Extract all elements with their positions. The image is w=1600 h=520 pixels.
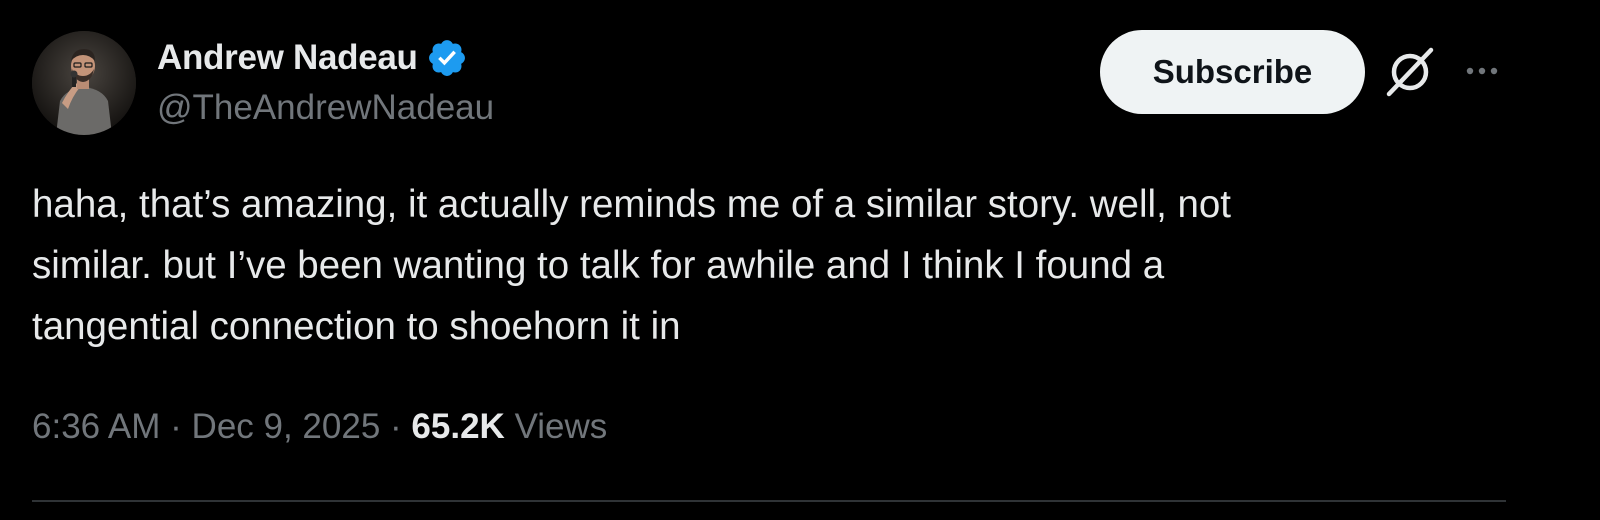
meta-separator: ·: [390, 407, 402, 446]
tweet-meta: 6:36 AM · Dec 9, 2025 · 65.2K Views: [32, 407, 607, 447]
author-handle[interactable]: @TheAndrewNadeau: [157, 88, 494, 128]
tweet-date[interactable]: Dec 9, 2025: [192, 407, 381, 446]
divider: [32, 500, 1506, 502]
tweet-text: haha, that’s amazing, it actually remind…: [32, 183, 1231, 348]
more-horizontal-icon[interactable]: [1460, 55, 1504, 87]
meta-separator: ·: [170, 407, 182, 446]
views-count[interactable]: 65.2K: [411, 407, 504, 446]
tweet-card: Andrew Nadeau @TheAndrewNadeau Subscribe…: [0, 0, 1600, 520]
grok-slash-icon[interactable]: [1383, 44, 1437, 98]
avatar[interactable]: [32, 31, 136, 135]
subscribe-button[interactable]: Subscribe: [1100, 30, 1365, 114]
author-display-name[interactable]: Andrew Nadeau: [157, 38, 418, 78]
tweet-time[interactable]: 6:36 AM: [32, 407, 160, 446]
views-label: Views: [514, 407, 608, 446]
author-name-row: Andrew Nadeau: [157, 36, 468, 80]
avatar-photo-icon: [32, 31, 136, 135]
verified-badge-icon[interactable]: [426, 37, 468, 79]
